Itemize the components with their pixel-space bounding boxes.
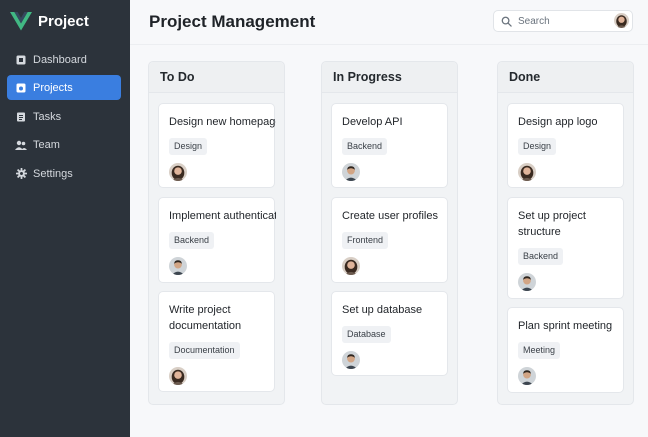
avatar [342,163,360,181]
avatar [518,273,536,291]
sidebar-item-label: Dashboard [33,53,87,66]
task-card[interactable]: Create user profiles Frontend [331,197,448,283]
brand[interactable]: Project [10,10,89,32]
tag-badge: Database [342,326,391,343]
tag-badge: Documentation [169,342,240,359]
main-content: Project Management To Do Design new home… [130,0,648,437]
column-title: Done [498,62,633,93]
tag-badge: Meeting [518,342,561,359]
search-input[interactable] [518,15,606,27]
dashboard-icon [15,54,27,66]
task-card[interactable]: Implement authentication Backend [158,197,276,283]
sidebar-item-dashboard[interactable]: Dashboard [7,47,121,72]
sidebar-item-label: Team [33,138,60,151]
tasks-icon [15,111,27,123]
sidebar-item-settings[interactable]: Settings [7,161,121,186]
sidebar-item-label: Settings [33,167,73,180]
tag-badge: Backend [342,138,388,155]
column-title: To Do [149,62,284,93]
task-card[interactable]: Develop API Backend [331,103,448,188]
sidebar-item-tasks[interactable]: Tasks [7,104,121,129]
projects-icon [15,82,27,94]
card-title: Implement authentication [169,210,276,222]
avatar [342,351,360,369]
header-divider [130,44,648,45]
card-title: Develop API [342,116,403,128]
tag-badge: Frontend [342,232,389,249]
card-title: Set up project structure [518,210,586,238]
app-name: Project [38,12,89,30]
task-card[interactable]: Write project documentation Documentatio… [158,291,275,392]
avatar [518,367,536,385]
search-box[interactable] [493,10,633,32]
task-card[interactable]: Design new homepage Design [158,103,276,188]
task-card[interactable]: Set up database Database [331,291,448,376]
avatar [518,163,536,181]
column-to-do: To Do Design new homepage Design Impleme… [148,61,285,405]
sidebar: Project Dashboard Projects Tasks Team Se… [0,0,130,437]
tag-badge: Design [169,138,208,155]
user-avatar[interactable] [614,13,629,28]
gear-icon [15,168,27,180]
avatar [169,367,187,385]
card-title: Plan sprint meeting [518,320,613,332]
search-icon [501,16,512,27]
card-title: Design app logo [518,116,598,128]
vue-logo-icon [10,12,32,31]
avatar [342,257,360,275]
task-card[interactable]: Design app logo Design [507,103,624,188]
tag-badge: Backend [169,232,215,249]
column-in-progress: In Progress Develop API Backend Create u… [321,61,458,405]
column-done: Done Design app logo Design Set up proje… [497,61,634,405]
tag-badge: Backend [518,248,564,265]
task-card[interactable]: Plan sprint meeting Meeting [507,307,624,393]
sidebar-item-team[interactable]: Team [7,132,121,157]
sidebar-item-label: Projects [33,81,73,94]
sidebar-item-label: Tasks [33,110,62,123]
page-title: Project Management [149,12,316,31]
sidebar-item-projects[interactable]: Projects [7,75,121,100]
card-title: Design new homepage [169,116,276,128]
avatar [169,163,187,181]
card-title: Create user profiles [342,210,438,222]
column-title: In Progress [322,62,457,93]
tag-badge: Design [518,138,557,155]
card-title: Write project documentation [169,304,242,332]
card-title: Set up database [342,304,423,316]
task-card[interactable]: Set up project structure Backend [507,197,624,299]
team-icon [15,139,27,151]
avatar [169,257,187,275]
